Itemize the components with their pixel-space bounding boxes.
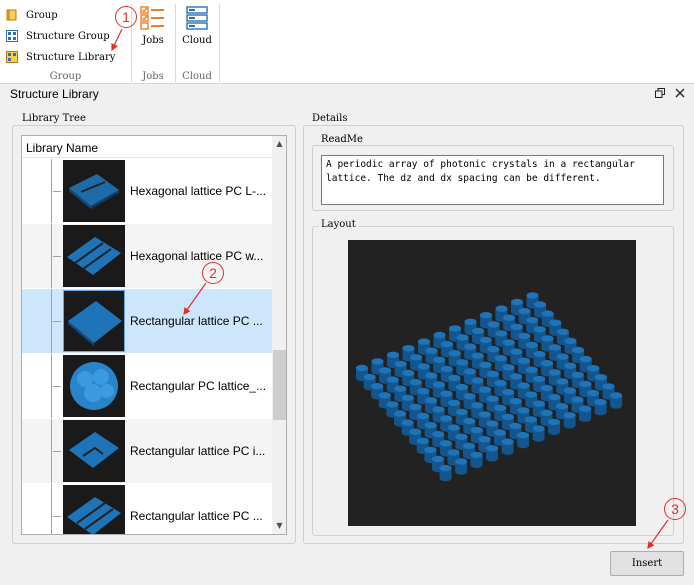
list-item[interactable]: Hexagonal lattice PC L-... — [22, 159, 272, 223]
structure-thumbnail — [63, 485, 125, 534]
jobs-group-caption: Jobs — [142, 71, 164, 82]
jobs-button-label: Jobs — [142, 35, 164, 46]
rectangular-lattice-defect-preview-icon — [69, 432, 119, 468]
layout-preview — [348, 240, 636, 526]
lattice-pillar — [579, 405, 592, 422]
list-item[interactable]: Rectangular lattice PC ... — [22, 484, 272, 534]
tree-line — [53, 386, 61, 387]
list-item-label: Hexagonal lattice PC w... — [130, 249, 264, 263]
hexagonal-lattice-line-defect-preview-icon — [69, 174, 119, 209]
structure-thumbnail — [63, 290, 125, 352]
ribbon-group-group: Group Structure Group Structure Library … — [0, 0, 131, 84]
list-item-label: Rectangular PC lattice_... — [130, 379, 267, 393]
rectangular-lattice-preview-icon — [68, 301, 122, 346]
group-button[interactable]: Group — [6, 6, 58, 24]
list-item-selected[interactable]: Rectangular lattice PC ... — [22, 289, 272, 353]
jobs-icon — [140, 6, 166, 35]
structure-group-button-label: Structure Group — [26, 30, 110, 42]
cloud-button-label: Cloud — [182, 35, 212, 46]
group-button-label: Group — [26, 9, 58, 21]
lattice-pillar — [548, 418, 561, 436]
ribbon-group-cloud: Cloud Cloud — [176, 0, 218, 84]
jobs-button[interactable]: Jobs — [138, 6, 168, 46]
readme-label: ReadMe — [319, 134, 365, 145]
dialog-title: Structure Library — [10, 87, 99, 101]
scroll-down-icon[interactable]: ▼ — [272, 518, 286, 534]
list-item[interactable]: Rectangular lattice PC i... — [22, 419, 272, 483]
list-item-label: Hexagonal lattice PC L-... — [130, 184, 267, 198]
lattice-pillar — [532, 425, 545, 442]
rectangular-lattice-waveguide-preview-icon — [67, 497, 121, 534]
scroll-up-icon[interactable]: ▲ — [272, 136, 286, 152]
lattice-pillar — [517, 431, 530, 449]
ribbon-divider — [219, 4, 220, 82]
list-item[interactable]: Rectangular PC lattice_... — [22, 354, 272, 418]
list-item-label: Rectangular lattice PC i... — [130, 444, 266, 458]
hexagonal-lattice-waveguide-preview-icon — [67, 237, 121, 275]
lattice-pillar — [501, 438, 514, 455]
tree-line — [53, 256, 61, 257]
structure-library-button[interactable]: Structure Library — [6, 48, 115, 66]
rectangular-pc-lattice-preview-icon — [70, 362, 118, 410]
cloud-group-caption: Cloud — [182, 71, 212, 82]
lattice-pillar — [563, 412, 576, 429]
list-item-label: Rectangular lattice PC ... — [130, 314, 263, 328]
close-icon[interactable] — [675, 88, 685, 101]
scrollbar-thumb[interactable] — [273, 350, 286, 420]
lattice-pillar — [455, 458, 468, 475]
library-name-column-header[interactable]: Library Name — [22, 136, 272, 158]
tree-line — [51, 159, 52, 223]
lattice-pillar — [470, 451, 483, 469]
structure-thumbnail — [63, 225, 125, 287]
callout-badge: 3 — [664, 498, 686, 520]
tree-line — [53, 516, 61, 517]
ribbon-group-jobs: Jobs Jobs — [132, 0, 174, 84]
structure-thumbnail — [63, 420, 125, 482]
lattice-pillar — [439, 464, 452, 482]
structure-library-button-label: Structure Library — [26, 51, 116, 63]
structure-thumbnail — [63, 355, 125, 417]
layout-label: Layout — [319, 219, 358, 230]
cloud-button[interactable]: Cloud — [180, 6, 214, 46]
ribbon-group-caption: Group — [49, 71, 82, 82]
structure-thumbnail — [63, 160, 125, 222]
tree-line — [51, 484, 52, 534]
list-item[interactable]: Hexagonal lattice PC w... — [22, 224, 272, 288]
group-icon — [6, 9, 18, 21]
callout-badge: 1 — [115, 6, 137, 28]
lattice-preview-icon — [356, 292, 623, 482]
tree-line — [53, 191, 61, 192]
insert-button[interactable]: Insert — [610, 551, 684, 576]
list-item-label: Rectangular lattice PC ... — [130, 509, 263, 523]
ribbon-toolbar: Group Structure Group Structure Library … — [0, 0, 694, 84]
tree-line — [51, 224, 52, 288]
tree-line — [51, 419, 52, 483]
lattice-pillar — [610, 392, 623, 409]
tree-line — [51, 354, 52, 418]
tree-line — [53, 321, 61, 322]
library-tree-label: Library Tree — [20, 113, 88, 124]
structure-library-icon — [6, 51, 18, 63]
structure-group-icon — [6, 30, 18, 42]
list-scrollbar[interactable]: ▲ ▼ — [272, 136, 286, 534]
tree-line — [53, 451, 61, 452]
structure-group-button[interactable]: Structure Group — [6, 27, 110, 45]
cloud-server-icon — [185, 6, 209, 35]
library-list[interactable]: Library Name Hexagonal lattice PC L-... … — [21, 135, 287, 535]
readme-text: A periodic array of photonic crystals in… — [321, 155, 664, 205]
callout-badge: 2 — [202, 262, 224, 284]
details-label: Details — [310, 113, 350, 124]
lattice-pillar — [486, 445, 499, 462]
lattice-pillar — [594, 398, 607, 416]
restore-icon[interactable] — [655, 88, 665, 101]
tree-line — [51, 289, 52, 353]
